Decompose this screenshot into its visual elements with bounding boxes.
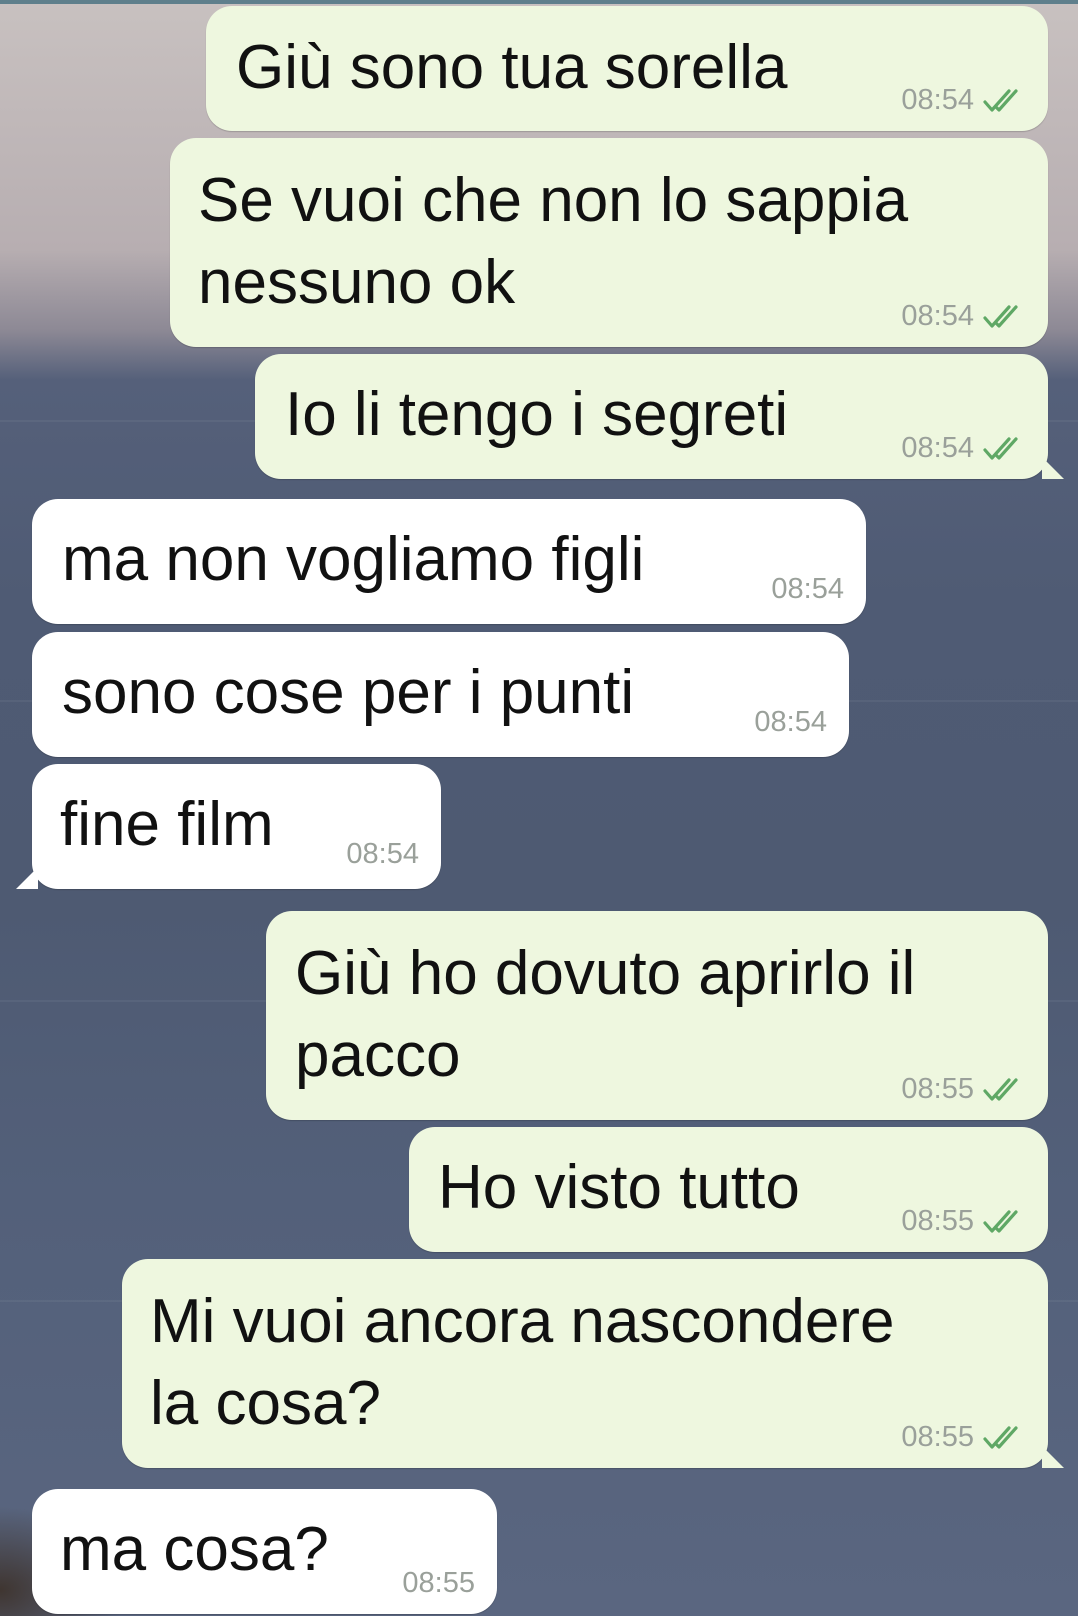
message-meta: 08:54 [901,84,1030,117]
message-time: 08:55 [402,1567,475,1599]
message-meta: 08:55 [901,1205,1030,1238]
message-text: Io li tengo i segreti [285,380,789,449]
message-text: Giù ho dovuto aprirlo il pacco [295,939,916,1090]
message-meta: 08:55 [402,1567,475,1600]
message-meta: 08:55 [901,1073,1030,1106]
message-meta: 08:54 [771,573,844,606]
message-bubble-incoming[interactable]: ma non vogliamo figli 08:54 [32,499,866,624]
message-bubble-incoming[interactable]: fine film 08:54 [16,764,441,889]
message-time: 08:55 [901,1205,974,1237]
message-text: fine film [60,790,274,859]
message-time: 08:54 [771,573,844,605]
message-meta: 08:54 [901,432,1030,465]
message-text: Giù sono tua sorella [236,33,788,102]
double-check-icon [983,436,1018,460]
double-check-icon [983,1425,1018,1449]
message-bubble-outgoing[interactable]: Giù sono tua sorella 08:54 [206,6,1048,131]
message-time: 08:55 [901,1421,974,1453]
message-text: sono cose per i punti [62,658,635,727]
message-time: 08:54 [901,84,974,116]
message-text: Mi vuoi ancora nascondere la cosa? [150,1287,895,1438]
double-check-icon [983,1077,1018,1101]
message-bubble-outgoing[interactable]: Ho visto tutto 08:55 [409,1127,1048,1252]
message-time: 08:54 [754,706,827,738]
message-time: 08:54 [901,432,974,464]
message-meta: 08:54 [901,300,1030,333]
message-bubble-outgoing[interactable]: Giù ho dovuto aprirlo il pacco 08:55 [266,911,1048,1120]
message-bubble-outgoing[interactable]: Se vuoi che non lo sappia nessuno ok 08:… [170,138,1048,347]
message-bubble-incoming[interactable]: ma cosa? 08:55 [32,1489,497,1614]
double-check-icon [983,1209,1018,1233]
message-meta: 08:54 [346,838,419,871]
message-text: Se vuoi che non lo sappia nessuno ok [198,166,909,317]
message-time: 08:54 [901,300,974,332]
message-text: Ho visto tutto [438,1153,800,1222]
toolbar-edge [0,0,1078,4]
message-time: 08:55 [901,1073,974,1105]
double-check-icon [983,304,1018,328]
message-bubble-incoming[interactable]: sono cose per i punti 08:54 [32,632,849,757]
double-check-icon [983,88,1018,112]
message-bubble-outgoing[interactable]: Io li tengo i segreti 08:54 [255,354,1064,479]
message-text: ma cosa? [60,1515,329,1584]
message-meta: 08:55 [901,1421,1030,1454]
message-time: 08:54 [346,838,419,870]
message-text: ma non vogliamo figli [62,525,645,594]
message-bubble-outgoing[interactable]: Mi vuoi ancora nascondere la cosa? 08:55 [122,1259,1064,1468]
message-meta: 08:54 [754,706,827,739]
